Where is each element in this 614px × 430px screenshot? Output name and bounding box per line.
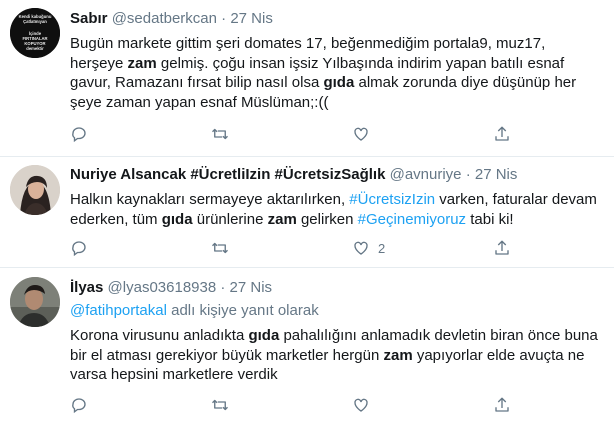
tweet-text: Bugün markete gittim şeri domates 17, be… bbox=[70, 34, 600, 112]
share-icon bbox=[495, 240, 509, 255]
tweet-date[interactable]: 27 Nis bbox=[475, 166, 518, 183]
text-segment: Korona virusunu anladıkta bbox=[70, 327, 249, 344]
keyword-highlight: zam bbox=[267, 210, 297, 228]
tweet-header: Nuriye Alsancak #ÜcretliIzin #ÜcretsizSa… bbox=[70, 166, 517, 183]
svg-text:Çatlatmıyan: Çatlatmıyan bbox=[23, 19, 47, 24]
retweet-icon bbox=[212, 128, 228, 140]
tweet-actions bbox=[70, 124, 530, 144]
retweet-button[interactable] bbox=[211, 124, 237, 144]
reply-button[interactable] bbox=[70, 238, 96, 258]
reply-button[interactable] bbox=[70, 395, 96, 415]
avatar[interactable] bbox=[10, 165, 60, 215]
separator: · bbox=[465, 166, 471, 183]
share-button[interactable] bbox=[493, 238, 511, 258]
display-name[interactable]: İlyas bbox=[70, 279, 103, 296]
display-name[interactable]: Nuriye Alsancak #ÜcretliIzin #ÜcretsizSa… bbox=[70, 166, 385, 183]
tweet-text: Halkın kaynakları sermayeye aktarılırken… bbox=[70, 190, 600, 229]
tweet-header: İlyas @lyas03618938 · 27 Nis bbox=[70, 279, 272, 296]
avatar-image bbox=[10, 165, 60, 215]
share-button[interactable] bbox=[493, 124, 511, 144]
avatar-image bbox=[10, 277, 60, 327]
user-handle[interactable]: @sedatberkcan bbox=[112, 10, 217, 27]
retweet-button[interactable] bbox=[211, 238, 237, 258]
share-button[interactable] bbox=[493, 395, 511, 415]
reply-button[interactable] bbox=[70, 124, 96, 144]
reply-to-label: adlı kişiye yanıt olarak bbox=[166, 302, 319, 319]
reply-icon bbox=[72, 127, 86, 143]
tweet[interactable]: İlyas @lyas03618938 · 27 Nis @fatihporta… bbox=[0, 268, 614, 430]
keyword-highlight: zam bbox=[383, 346, 413, 364]
separator: · bbox=[220, 279, 226, 296]
retweet-icon bbox=[212, 242, 228, 254]
tweet-actions: 2 bbox=[70, 238, 530, 258]
heart-icon bbox=[354, 398, 368, 412]
tweet-text: Korona virusunu anladıkta gıda pahalılığ… bbox=[70, 326, 600, 385]
share-icon bbox=[495, 126, 509, 141]
separator: · bbox=[221, 10, 227, 27]
keyword-highlight: gıda bbox=[323, 74, 355, 91]
like-button[interactable] bbox=[352, 124, 378, 144]
tweet[interactable]: Kendi kabuğunu Çatlatmıyan İçinde FIRTIN… bbox=[0, 0, 614, 157]
avatar[interactable] bbox=[10, 277, 60, 327]
reply-icon bbox=[72, 241, 86, 257]
tweet-header: Sabır @sedatberkcan · 27 Nis bbox=[70, 10, 273, 27]
tweet[interactable]: Nuriye Alsancak #ÜcretliIzin #ÜcretsizSa… bbox=[0, 157, 614, 268]
text-segment: Halkın kaynakları sermayeye aktarılırken… bbox=[70, 191, 350, 208]
keyword-highlight: gıda bbox=[161, 210, 193, 228]
heart-icon bbox=[354, 127, 368, 141]
svg-text:demektir: demektir bbox=[26, 46, 44, 51]
text-segment: gelirken bbox=[296, 210, 358, 228]
hashtag-link[interactable]: #Geçinemiyoruz bbox=[358, 211, 466, 228]
avatar[interactable]: Kendi kabuğunu Çatlatmıyan İçinde FIRTIN… bbox=[10, 8, 60, 58]
tweet-date[interactable]: 27 Nis bbox=[230, 10, 273, 27]
hashtag-link[interactable]: #ÜcretsizIzin bbox=[349, 191, 435, 208]
reply-to-user-link[interactable]: @fatihportakal bbox=[70, 302, 167, 319]
user-handle[interactable]: @avnuriye bbox=[390, 166, 462, 183]
display-name[interactable]: Sabır bbox=[70, 10, 108, 27]
like-button[interactable]: 2 bbox=[352, 238, 385, 258]
avatar-image: Kendi kabuğunu Çatlatmıyan İçinde FIRTIN… bbox=[10, 8, 60, 58]
tweet-date[interactable]: 27 Nis bbox=[230, 279, 273, 296]
text-segment: ürünlerine bbox=[192, 210, 268, 228]
user-handle[interactable]: @lyas03618938 bbox=[108, 279, 217, 296]
retweet-icon bbox=[212, 399, 228, 411]
keyword-highlight: zam bbox=[127, 54, 157, 72]
retweet-button[interactable] bbox=[211, 395, 237, 415]
reply-context: @fatihportakal adlı kişiye yanıt olarak bbox=[70, 302, 319, 319]
like-count: 2 bbox=[378, 240, 386, 256]
text-segment: tabi ki! bbox=[466, 210, 514, 228]
keyword-highlight: gıda bbox=[248, 327, 280, 344]
reply-icon bbox=[72, 398, 86, 414]
like-button[interactable] bbox=[352, 395, 378, 415]
tweet-actions bbox=[70, 395, 530, 415]
share-icon bbox=[495, 397, 509, 412]
heart-icon bbox=[354, 241, 368, 255]
